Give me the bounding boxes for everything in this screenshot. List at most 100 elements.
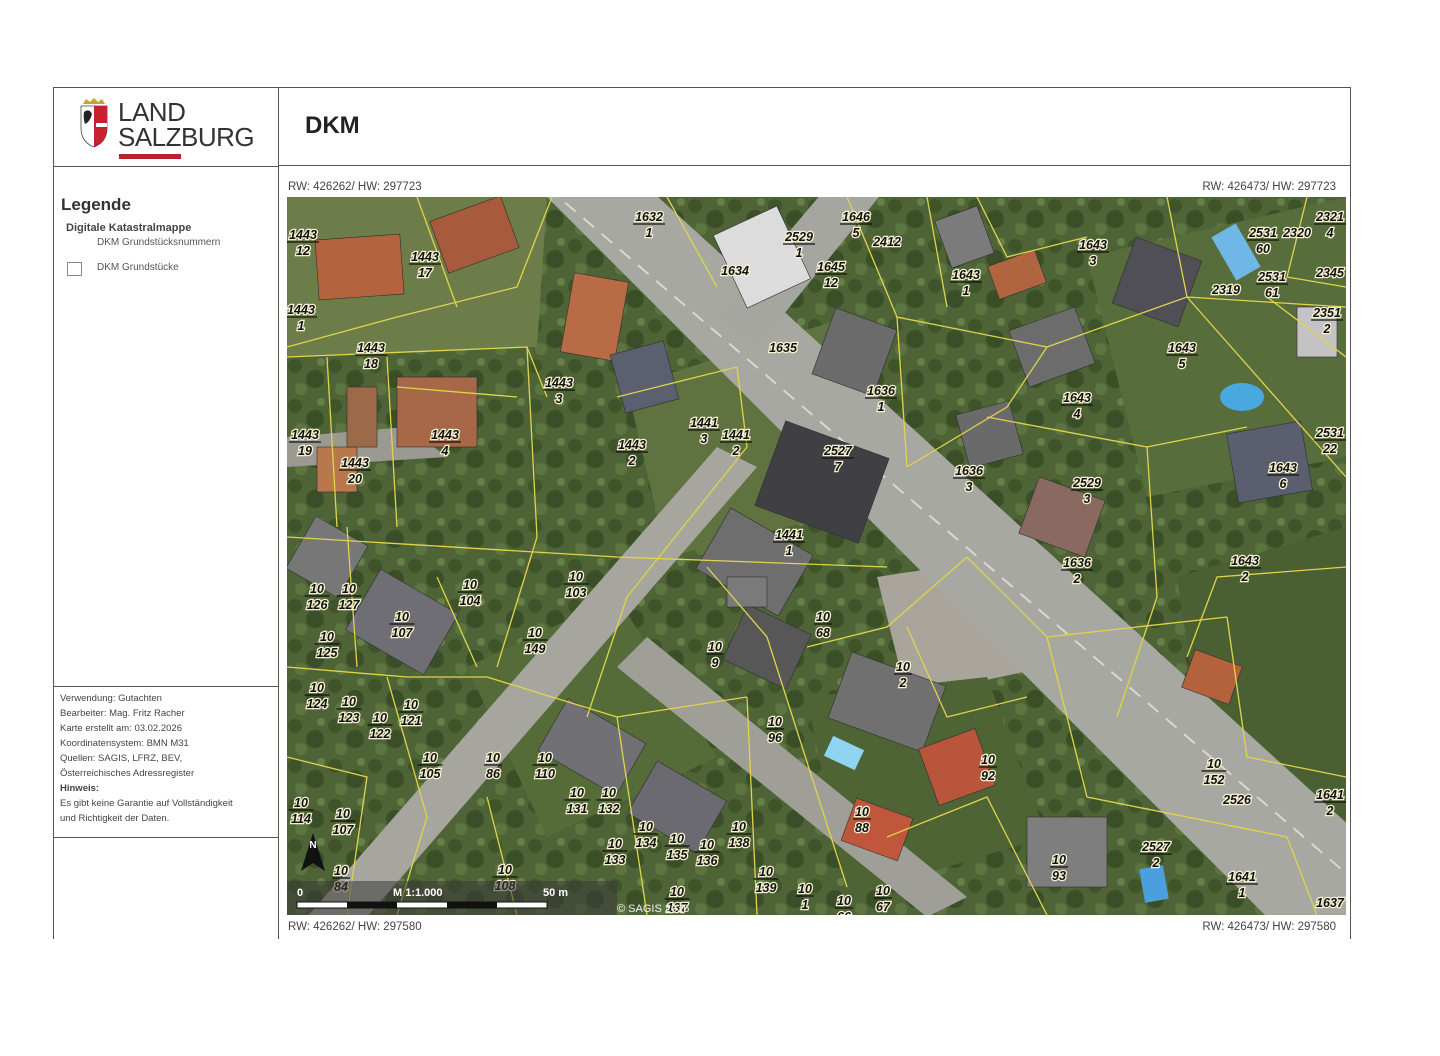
parcel-number: 10 [463, 578, 477, 592]
parcel-sub-number: 88 [855, 821, 869, 835]
scalebar-end: 50 m [543, 887, 568, 899]
parcel-number: 10 [310, 582, 324, 596]
info-note-heading: Hinweis: [60, 783, 100, 794]
parcel-number: 10 [342, 582, 356, 596]
parcel-sub-number: 122 [370, 727, 391, 741]
legend-heading: Legende [61, 195, 131, 214]
parcel-sub-number: 126 [307, 598, 329, 612]
parcel-sub-number: 18 [364, 357, 378, 371]
parcel-number: 2351 [1312, 306, 1341, 320]
parcel-number: 10 [336, 807, 350, 821]
parcel-label: 2526 [1221, 792, 1253, 809]
parcel-number: 10 [423, 751, 437, 765]
coord-bottom-right: RW: 426473/ HW: 297580 [1202, 921, 1336, 933]
legend-group: Digitale Katastralmappe [66, 222, 192, 234]
parcel-number: 2527 [1141, 840, 1171, 854]
pool [1220, 383, 1264, 411]
title-area: DKM [279, 88, 1351, 166]
parcel-sub-number: 2 [1073, 572, 1081, 586]
parcel-number: 1443 [287, 303, 315, 317]
parcel-number: 10 [708, 640, 722, 654]
parcel-number: 2320 [1282, 226, 1311, 240]
parcel-number: 10 [486, 751, 500, 765]
parcel-number: 2345 [1315, 266, 1345, 280]
parcel-number: 10 [732, 820, 746, 834]
parcel-sub-number: 20 [347, 472, 362, 486]
parcel-sub-number: 114 [291, 812, 311, 826]
parcel-number: 2531 [1315, 426, 1344, 440]
parcel-sub-number: 105 [420, 767, 442, 781]
parcel-number: 1643 [1231, 554, 1259, 568]
parcel-sub-number: 1 [963, 284, 970, 298]
parcel-number: 1441 [690, 416, 718, 430]
parcel-number: 1443 [545, 376, 573, 390]
parcel-number: 10 [528, 626, 542, 640]
parcel-sub-number: 93 [1052, 869, 1066, 883]
parcel-number: 1645 [817, 260, 846, 274]
parcel-number: 10 [310, 681, 324, 695]
parcel-sub-number: 4 [1073, 407, 1081, 421]
parcel-label: 1634 [720, 263, 750, 280]
coat-of-arms-icon [80, 98, 108, 148]
parcel-sub-number: 5 [853, 226, 861, 240]
parcel-sub-number: 123 [339, 711, 360, 725]
parcel-number: 1636 [867, 384, 896, 398]
parcel-number: 2321 [1315, 210, 1344, 224]
parcel-number: 1443 [357, 341, 385, 355]
parcel-sub-number: 2 [1241, 570, 1249, 584]
map-canvas[interactable]: 1443 12 1443 17 1443 1 1443 18 1443 3 1443 19 1443 4 1… [287, 197, 1346, 915]
parcel-sub-number: 107 [392, 626, 414, 640]
parcel-sub-number: 12 [824, 276, 838, 290]
parcel-sub-number: 1 [802, 898, 809, 912]
parcel-sub-number: 132 [599, 802, 620, 816]
parcel-number: 10 [639, 820, 653, 834]
scalebar-segment [447, 902, 497, 908]
coord-bottom-left: RW: 426262/ HW: 297580 [288, 921, 422, 933]
parcel-number: 2319 [1211, 283, 1240, 297]
scalebar: 0 M 1:1.000 50 m [287, 881, 617, 915]
parcel-number: 2526 [1222, 793, 1252, 807]
info-editor: Bearbeiter: Mag. Fritz Racher [60, 708, 185, 719]
brand-line-2: SALZBURG [118, 122, 255, 152]
parcel-number: 10 [896, 660, 910, 674]
parcel-label: 1637 [1315, 895, 1346, 912]
parcel-number: 1635 [769, 341, 798, 355]
parcel-number: 10 [608, 837, 622, 851]
logo-area: LAND SALZBURG [54, 88, 278, 167]
parcel-sub-number: 4 [1326, 226, 1334, 240]
building [346, 386, 378, 448]
parcel-number: 10 [569, 570, 583, 584]
parcel-sub-number: 3 [1084, 492, 1091, 506]
aerial-map: 144312 1443171443114431814433144319144341… [287, 197, 1346, 915]
sidebar: LAND SALZBURG Legende Digitale Katastral… [54, 88, 279, 939]
legend-sublabel: DKM Grundstücksnummern [97, 237, 221, 248]
parcel-sub-number: 68 [816, 626, 830, 640]
parcel-number: 10 [816, 610, 830, 624]
parcel-sub-number: 61 [1265, 286, 1279, 300]
info-crs: Koordinatensystem: BMN M31 [60, 738, 189, 749]
parcel-number: 10 [670, 832, 684, 846]
parcel-number: 1643 [1168, 341, 1196, 355]
parcel-sub-number: 125 [317, 646, 339, 660]
scalebar-scale: M 1:1.000 [393, 887, 443, 899]
parcel-number: 1643 [1079, 238, 1107, 252]
scalebar-segment [347, 902, 397, 908]
parcel-sub-number: 1 [646, 226, 653, 240]
parcel-sub-number: 131 [567, 802, 588, 816]
parcel-number: 2529 [784, 230, 813, 244]
parcel-number: 2412 [872, 235, 901, 249]
parcel-sub-number: 9 [712, 656, 719, 670]
building [1026, 816, 1108, 888]
parcel-number: 1443 [341, 456, 369, 470]
parcel-sub-number: 1 [786, 544, 793, 558]
parcel-sub-number: 3 [966, 480, 973, 494]
parcel-number: 1641 [1228, 870, 1256, 884]
scalebar-start: 0 [297, 887, 303, 899]
coord-top-left: RW: 426262/ HW: 297723 [288, 181, 422, 193]
parcel-number: 1634 [721, 264, 749, 278]
parcel-number: 1443 [431, 428, 459, 442]
parcel-sub-number: 2 [1326, 804, 1334, 818]
building [726, 576, 768, 608]
parcel-number: 1441 [775, 528, 803, 542]
parcel-sub-number: 96 [768, 731, 783, 745]
